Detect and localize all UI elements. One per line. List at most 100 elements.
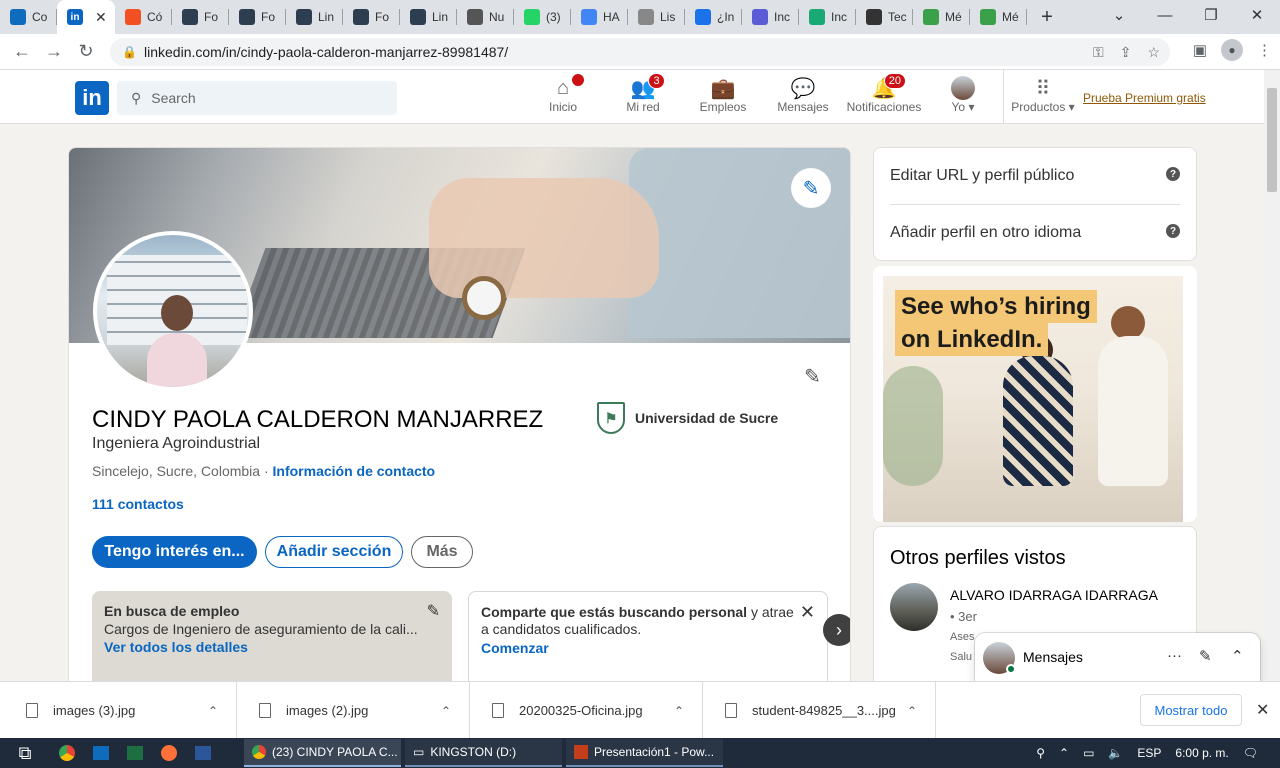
start-link[interactable]: Comenzar (481, 640, 815, 656)
profile-photo[interactable] (93, 231, 253, 391)
add-section-button[interactable]: Añadir sección (265, 536, 403, 568)
ad-card[interactable]: See who’s hiring on LinkedIn. (873, 266, 1197, 522)
contact-info-link[interactable]: Información de contacto (273, 463, 436, 479)
browser-tab[interactable]: Mé (970, 0, 1027, 34)
chevron-up-icon[interactable]: ⌃ (441, 704, 451, 718)
close-tab-icon[interactable]: ✕ (95, 9, 107, 26)
reload-icon[interactable]: ↻ (70, 36, 102, 68)
browser-tab[interactable]: (3) (514, 0, 571, 34)
address-bar[interactable]: 🔒 linkedin.com/in/cindy-paola-calderon-m… (110, 38, 1170, 66)
back-icon[interactable]: ← (6, 36, 38, 68)
clock[interactable]: 6:00 p. m. (1175, 746, 1228, 760)
excel-icon[interactable] (118, 738, 152, 768)
close-icon[interactable]: ✕ (800, 602, 815, 623)
nav-jobs[interactable]: 💼 Empleos (683, 76, 763, 115)
other-profile-name[interactable]: ALVARO IDARRAGA IDARRAGA (950, 587, 1158, 603)
page-scrollbar[interactable] (1264, 70, 1280, 680)
premium-link[interactable]: Prueba Premium gratis (1083, 91, 1206, 105)
carousel-next-chevron-icon[interactable]: › (823, 614, 850, 646)
browser-tab[interactable]: Fo (343, 0, 400, 34)
word-icon[interactable] (186, 738, 220, 768)
download-item[interactable]: images (3).jpg ⌃ (4, 682, 237, 739)
star-icon[interactable]: ☆ (1147, 44, 1160, 61)
edit-pencil-icon[interactable]: ✎ (427, 601, 440, 621)
share-icon[interactable]: ⇪ (1120, 44, 1132, 61)
nav-products[interactable]: ⠿ Productos ▾ (1003, 76, 1083, 115)
tab-search-icon[interactable]: ⌄ (1096, 0, 1142, 30)
compose-icon[interactable]: ✎ (1199, 647, 1212, 665)
scroll-thumb[interactable] (1267, 88, 1277, 192)
chevron-up-icon[interactable]: ⌃ (674, 704, 684, 718)
browser-tab[interactable]: Lin (400, 0, 457, 34)
download-item[interactable]: images (2).jpg ⌃ (237, 682, 470, 739)
avatar[interactable] (890, 583, 938, 631)
browser-tab[interactable]: Inc (742, 0, 799, 34)
edit-cover-pencil-icon[interactable]: ✎ (791, 168, 831, 208)
people-icon[interactable]: ⚲ (1036, 746, 1045, 760)
firefox-icon[interactable] (152, 738, 186, 768)
edit-intro-pencil-icon[interactable]: ✎ (804, 364, 821, 389)
messaging-bar[interactable]: Mensajes ··· ✎ ⌃ (975, 633, 1260, 681)
outlook-app-icon[interactable] (84, 738, 118, 768)
notifications-icon[interactable]: 🗨 (1243, 746, 1258, 760)
browser-tab[interactable]: ¿In (685, 0, 742, 34)
nav-network[interactable]: 👥 3 Mi red (603, 73, 683, 114)
download-item[interactable]: 20200325-Oficina.jpg ⌃ (470, 682, 703, 739)
edit-url-row[interactable]: Editar URL y perfil público? (890, 167, 1180, 185)
browser-tab[interactable]: Tec (856, 0, 913, 34)
avatar (951, 76, 975, 100)
taskbar-app-chrome[interactable]: (23) CINDY PAOLA C... (244, 739, 401, 767)
browser-tab[interactable]: Nu (457, 0, 514, 34)
forward-icon[interactable]: → (38, 36, 70, 68)
new-tab-button[interactable]: + (1027, 6, 1067, 29)
nav-me[interactable]: Yo ▾ (923, 76, 1003, 114)
browser-tab[interactable]: Mé (913, 0, 970, 34)
help-icon[interactable]: ? (1166, 224, 1180, 238)
browser-tab[interactable]: HA (571, 0, 628, 34)
browser-tab[interactable]: Fo (172, 0, 229, 34)
browser-tab[interactable]: Co (0, 0, 57, 34)
open-to-button[interactable]: Tengo interés en... (92, 536, 257, 568)
sidepanel-icon[interactable]: ▣ (1193, 41, 1207, 59)
close-window-icon[interactable]: ✕ (1234, 0, 1280, 30)
network-icon[interactable]: ▭ (1083, 746, 1094, 760)
nav-notifications[interactable]: 🔔 20 Notificaciones (843, 73, 925, 114)
browser-tab[interactable]: Inc (799, 0, 856, 34)
chevron-up-icon[interactable]: ⌃ (208, 704, 218, 718)
taskbar-app-powerpoint[interactable]: Presentación1 - Pow... (566, 739, 723, 767)
language-indicator[interactable]: ESP (1137, 746, 1161, 760)
browser-tab[interactable]: Có (115, 0, 172, 34)
browser-tab[interactable]: Lin (286, 0, 343, 34)
nav-home[interactable]: ⌂ Inicio (523, 73, 603, 114)
key-icon[interactable]: ⚿ (1093, 44, 1104, 61)
nav-messaging[interactable]: 💬 Mensajes (763, 76, 843, 115)
more-options-icon[interactable]: ··· (1167, 647, 1182, 664)
more-button[interactable]: Más (411, 536, 473, 568)
see-all-details-link[interactable]: Ver todos los detalles (104, 639, 440, 655)
chevron-up-icon[interactable]: ⌃ (907, 704, 917, 718)
profile-icon[interactable]: ● (1221, 39, 1243, 61)
task-view-icon[interactable]: ⧉ (0, 738, 50, 768)
education-entry[interactable]: ⚑ Universidad de Sucre (597, 402, 778, 434)
linkedin-logo-icon[interactable]: in (75, 81, 109, 115)
add-language-row[interactable]: Añadir perfil en otro idioma? (890, 224, 1180, 242)
volume-muted-icon[interactable]: 🔈 (1108, 746, 1123, 760)
chevron-up-icon[interactable]: ⌃ (1059, 746, 1069, 760)
connections-link[interactable]: 111 contactos (92, 496, 184, 512)
help-icon[interactable]: ? (1166, 167, 1180, 181)
menu-icon[interactable]: ⋮ (1257, 41, 1272, 59)
browser-tab[interactable]: in ✕ (57, 0, 115, 34)
show-all-button[interactable]: Mostrar todo (1140, 694, 1242, 726)
search-input[interactable]: ⚲ Search (117, 81, 397, 115)
chevron-up-icon[interactable]: ⌃ (1231, 647, 1244, 665)
taskbar-app-explorer[interactable]: ▭ KINGSTON (D:) (405, 739, 562, 767)
profile-headline: Ingeniera Agroindustrial (92, 435, 261, 452)
browser-tab[interactable]: Fo (229, 0, 286, 34)
minimize-icon[interactable]: — (1142, 0, 1188, 30)
download-item[interactable]: student-849825__3....jpg ⌃ (703, 682, 936, 739)
close-icon[interactable]: ✕ (1256, 700, 1269, 720)
restore-icon[interactable]: ❐ (1188, 0, 1234, 30)
chrome-icon[interactable] (50, 738, 84, 768)
open-to-work-card[interactable]: En busca de empleo Cargos de Ingeniero d… (92, 591, 452, 691)
browser-tab[interactable]: Lis (628, 0, 685, 34)
